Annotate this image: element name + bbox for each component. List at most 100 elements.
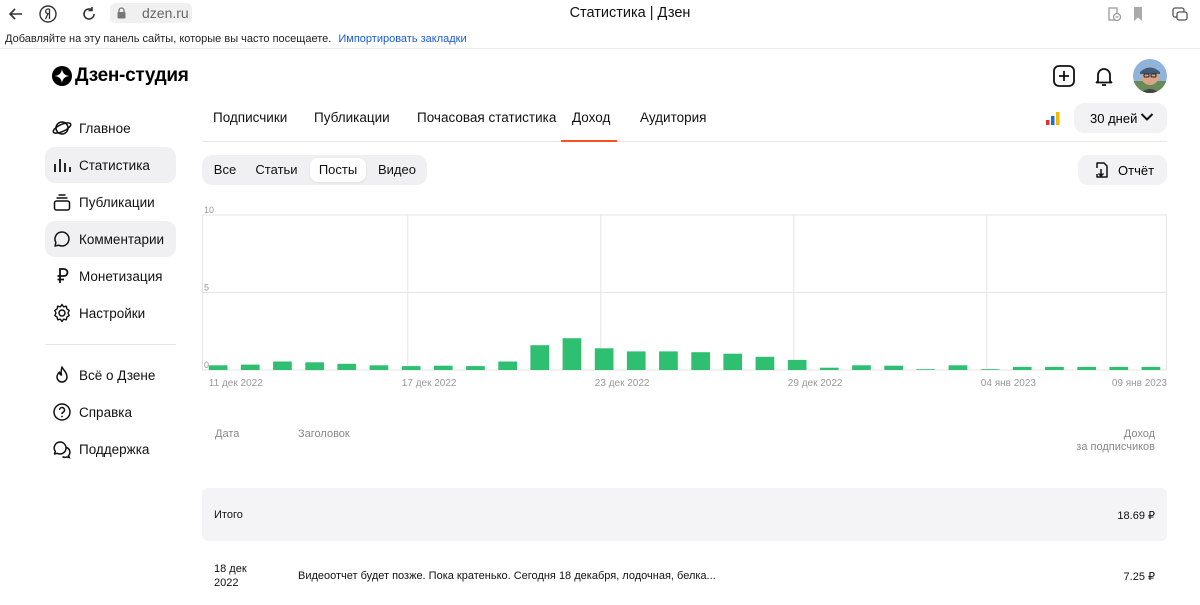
row-date: 18 дек 2022: [214, 562, 274, 590]
filter-articles[interactable]: Статьи: [248, 158, 305, 182]
chart-bar: [819, 367, 839, 370]
sidebar-item-label: Настройки: [79, 305, 146, 321]
import-bookmarks-link[interactable]: Импортировать закладки: [338, 33, 466, 45]
chart-bar: [273, 361, 292, 370]
total-label: Итого: [214, 509, 243, 521]
chart-bar: [691, 352, 710, 370]
column-header-income: Доход: [1123, 428, 1155, 440]
chart-bar: [305, 362, 324, 371]
row-date-year: 2022: [214, 577, 239, 589]
alice-chat-icon[interactable]: [1170, 4, 1190, 24]
chart-bar: [916, 369, 936, 370]
comment-icon: [54, 231, 70, 247]
chart-bar: [659, 351, 678, 370]
chart-bar: [433, 365, 453, 370]
add-icon[interactable]: [1052, 64, 1076, 88]
sidebar-item-label: Комментарии: [79, 231, 165, 247]
total-row: Итого 18.69 ₽: [202, 488, 1167, 541]
avatar[interactable]: [1133, 59, 1167, 93]
sidebar-item-label: Всё о Дзене: [79, 367, 156, 383]
chart-bar: [1109, 366, 1129, 370]
tab-subscribers[interactable]: Подписчики: [213, 110, 287, 125]
table-row[interactable]: 18 дек 2022 Видеоотчет будет позже. Пока…: [202, 556, 1167, 596]
chart-bar: [852, 365, 871, 370]
sidebar-item-about-dzen[interactable]: Всё о Дзене: [45, 357, 176, 393]
protect-icon[interactable]: [1104, 4, 1124, 24]
sidebar-item-label: Справка: [79, 404, 132, 420]
help-icon: [53, 403, 71, 421]
sidebar-divider: [45, 344, 176, 345]
tab-audience[interactable]: Аудитория: [640, 110, 706, 125]
chart-bar: [626, 351, 646, 370]
tab-income[interactable]: Доход: [572, 110, 610, 125]
sidebar-item-comments[interactable]: Комментарии: [45, 221, 176, 257]
sidebar-item-settings[interactable]: Настройки: [45, 295, 176, 331]
sidebar: Главное Статистика Публикации Комментари…: [45, 110, 176, 468]
row-title[interactable]: Видеоотчет будет позже. Пока кратенько. …: [298, 570, 716, 582]
chart-bar: [787, 359, 807, 370]
logo-text: Дзен-студия: [75, 65, 189, 86]
chart-bar: [240, 364, 260, 370]
sidebar-item-statistics[interactable]: Статистика: [45, 147, 176, 183]
chart-bar: [980, 369, 1000, 370]
sidebar-item-label: Монетизация: [79, 268, 163, 284]
y-tick-label: 10: [204, 205, 214, 215]
chart-bar: [1141, 366, 1161, 370]
sidebar-item-monetization[interactable]: Монетизация: [45, 258, 176, 294]
chart-bar: [755, 356, 775, 370]
column-header-title: Заголовок: [298, 428, 350, 440]
colored-bars-icon[interactable]: [1045, 111, 1061, 125]
download-report-icon: [1096, 162, 1108, 178]
chart-bar: [594, 348, 614, 370]
chart-bar: [884, 365, 903, 370]
chart-bar: [1012, 366, 1032, 370]
bar-chart-icon: [54, 159, 71, 172]
browser-toolbar: dzen.ru Статистика | Дзен: [0, 0, 1200, 27]
sidebar-item-support[interactable]: Поддержка: [45, 431, 176, 467]
x-tick-label: 11 дек 2022: [209, 378, 263, 389]
chart-bar: [1077, 366, 1096, 370]
sidebar-item-publications[interactable]: Публикации: [45, 184, 176, 220]
income-chart: 10 5 011 дек 2022 17 дек 2022 23 дек 2022 29 …: [202, 205, 1167, 389]
divider: [0, 48, 1200, 49]
bookmark-icon[interactable]: [1128, 4, 1148, 24]
sidebar-item-main[interactable]: Главное: [45, 110, 176, 146]
chat-icon: [53, 441, 71, 459]
flame-icon: [56, 366, 68, 383]
sidebar-item-label: Главное: [79, 120, 131, 136]
page-title: Статистика | Дзен: [569, 5, 691, 21]
chart-bar: [948, 365, 968, 370]
chart-bar: [723, 353, 743, 370]
chart-bar: [1045, 366, 1064, 370]
total-value: 18.69 ₽: [1117, 510, 1155, 522]
ruble-icon: [57, 268, 69, 283]
y-tick-label: 5: [204, 283, 209, 293]
dzen-logo-icon: [52, 66, 72, 86]
sidebar-item-label: Статистика: [79, 157, 150, 173]
chart-bar: [466, 366, 485, 370]
bell-icon[interactable]: [1092, 64, 1116, 88]
chart-bar: [337, 363, 357, 370]
content-type-filter: Все Статьи Посты Видео: [202, 155, 427, 185]
filter-posts[interactable]: Посты: [310, 158, 366, 182]
tab-hourly[interactable]: Почасовая статистика: [417, 110, 556, 125]
planet-icon: [52, 121, 72, 135]
stats-tabs: Подписчики Публикации Почасовая статисти…: [202, 102, 1167, 142]
report-button[interactable]: Отчёт: [1078, 155, 1167, 185]
y-tick-label: 0: [204, 360, 209, 370]
chevron-down-icon: [1140, 113, 1154, 121]
dzen-studio-logo[interactable]: Дзен-студия: [52, 64, 189, 88]
period-label: 30 дней: [1090, 111, 1138, 126]
bookmarks-hint: Добавляйте на эту панель сайты, которые …: [5, 33, 332, 45]
x-tick-label: 17 дек 2022: [402, 378, 457, 389]
chart-bar: [208, 365, 228, 370]
chart-bar: [369, 365, 389, 370]
stack-icon: [53, 194, 71, 211]
period-select[interactable]: 30 дней: [1074, 103, 1167, 133]
x-tick-label: 29 дек 2022: [788, 378, 843, 389]
filter-all[interactable]: Все: [206, 158, 244, 182]
x-tick-label: 23 дек 2022: [595, 378, 650, 389]
filter-video[interactable]: Видео: [370, 158, 424, 182]
tab-publications[interactable]: Публикации: [314, 110, 390, 125]
sidebar-item-help[interactable]: Справка: [45, 394, 176, 430]
